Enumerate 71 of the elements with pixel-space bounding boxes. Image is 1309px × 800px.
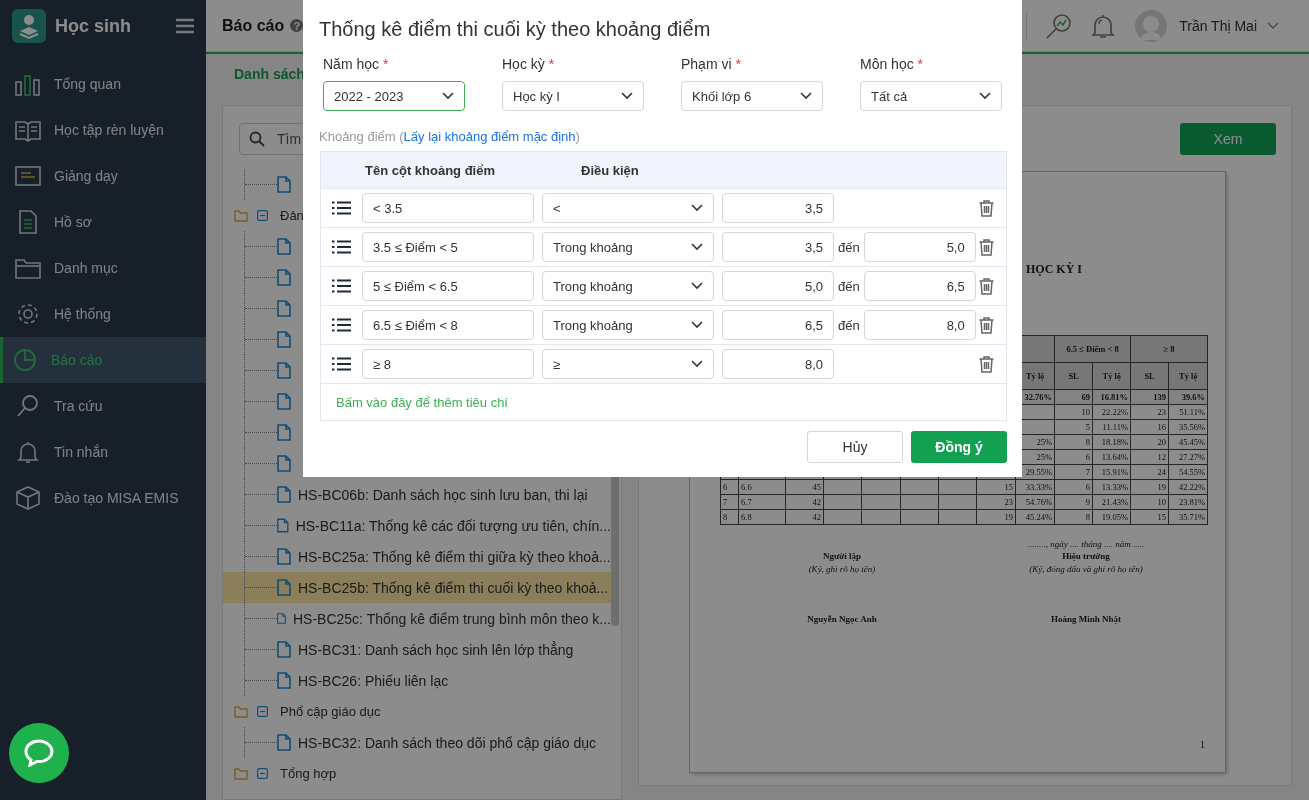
- table-cell: 54.55%: [1168, 464, 1208, 480]
- table-cell: 9: [1054, 494, 1093, 510]
- column-header: 6.5 ≤ Điểm < 8: [1054, 335, 1131, 363]
- table-cell: 35.71%: [1168, 509, 1208, 525]
- table-cell: 54.76%: [1015, 494, 1055, 510]
- table-cell: 6.7: [738, 494, 786, 510]
- table-cell: 19.05%: [1092, 509, 1131, 525]
- range-note: Khoảng điểm (Lấy lại khoảng điểm mặc định): [319, 129, 581, 144]
- range-separator-label: đến: [838, 278, 860, 294]
- range-separator-label: đến: [838, 239, 860, 255]
- table-cell: 51.11%: [1168, 404, 1208, 420]
- date-line: ........, ngày .... tháng .... năm .....: [1027, 539, 1145, 549]
- table-cell: 27.27%: [1168, 449, 1208, 465]
- table-cell: 23: [976, 494, 1016, 510]
- table-cell: 13.33%: [1092, 479, 1131, 495]
- table-cell: 24: [1130, 464, 1169, 480]
- field-label: Môn học *: [860, 56, 925, 72]
- signature-hint: (Ký, đóng dấu và ghi rõ họ tên): [1029, 564, 1143, 574]
- table-cell: 21.43%: [1092, 494, 1131, 510]
- table-cell: 10: [1130, 494, 1169, 510]
- field-label: Năm học *: [323, 56, 390, 72]
- table-cell: 5: [1054, 419, 1093, 435]
- table-cell: 6.8: [738, 509, 786, 525]
- table-cell: 35.56%: [1168, 419, 1208, 435]
- table-cell: 15: [976, 479, 1016, 495]
- page-title: Báo cáo: [222, 16, 285, 35]
- field-label: Phạm vi *: [681, 56, 742, 72]
- page-number: 1: [1200, 739, 1205, 750]
- signer-name: Nguyễn Ngọc Anh: [807, 614, 877, 624]
- table-cell: 22.22%: [1092, 404, 1131, 420]
- signer-name: Hoàng Minh Nhật: [1051, 614, 1121, 624]
- table-cell: 6.6: [738, 479, 786, 495]
- table-cell: 8: [720, 509, 739, 525]
- table-cell: 12: [1130, 449, 1169, 465]
- report-title: HỌC KỲ I: [1026, 262, 1082, 277]
- signer-role: Hiệu trưởng: [1062, 551, 1110, 561]
- table-cell: 42.22%: [1168, 479, 1208, 495]
- table-cell: 6: [1054, 479, 1093, 495]
- field-label: Học kỳ *: [502, 56, 556, 72]
- signer-role: Người lập: [822, 551, 862, 561]
- column-header: Tên cột khoảng điểm: [365, 162, 496, 178]
- table-cell: 8: [1054, 434, 1093, 450]
- table-cell: 23: [1130, 404, 1169, 420]
- table-cell: 20: [1130, 434, 1169, 450]
- table-cell: 19: [976, 509, 1016, 525]
- table-cell: 45.24%: [1015, 509, 1055, 525]
- column-header: Điều kiện: [581, 162, 639, 178]
- table-cell: 7: [720, 494, 739, 510]
- table-cell: 8: [1054, 509, 1093, 525]
- dialog-title: Thống kê điểm thi cuối kỳ theo khoảng điểm: [319, 17, 712, 42]
- table-cell: 45.45%: [1168, 434, 1208, 450]
- signature-hint: (Ký, ghi rõ họ tên): [808, 564, 876, 574]
- table-cell: 15.91%: [1092, 464, 1131, 480]
- table-cell: 19: [1130, 479, 1169, 495]
- table-cell: 18.18%: [1092, 434, 1131, 450]
- range-separator-label: đến: [838, 317, 860, 333]
- table-cell: 33.33%: [1015, 479, 1055, 495]
- table-cell: 15: [1130, 509, 1169, 525]
- table-cell: 6: [720, 479, 739, 495]
- table-cell: 13.64%: [1092, 449, 1131, 465]
- column-header: ≥ 8: [1130, 335, 1208, 363]
- table-cell: 6: [1054, 449, 1093, 465]
- table-cell: 11.11%: [1092, 419, 1131, 435]
- table-cell: 45: [785, 479, 824, 495]
- table-cell: 7: [1054, 464, 1093, 480]
- table-cell: 42: [785, 509, 824, 525]
- table-cell: 42: [785, 494, 824, 510]
- table-cell: 23.81%: [1168, 494, 1208, 510]
- table-cell: 10: [1054, 404, 1093, 420]
- table-cell: 16: [1130, 419, 1169, 435]
- app-title: Học sinh: [55, 15, 132, 37]
